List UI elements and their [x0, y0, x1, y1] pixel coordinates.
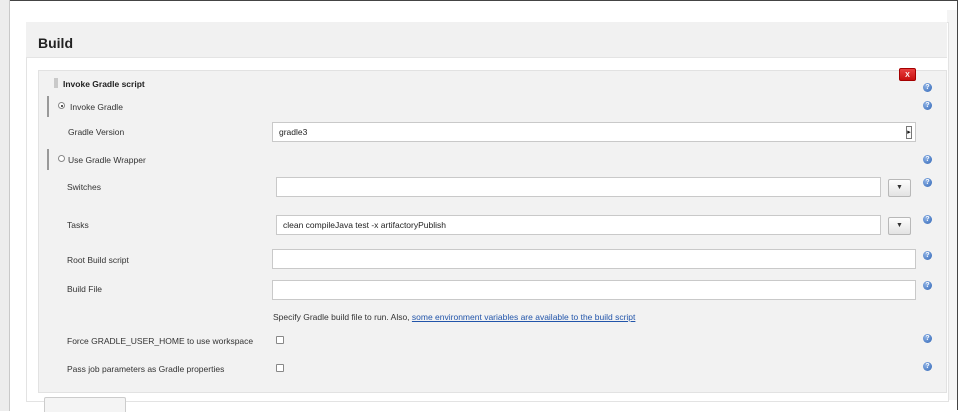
help-icon[interactable]: ? — [923, 101, 932, 110]
root-build-script-label: Root Build script — [67, 255, 129, 265]
help-icon[interactable]: ? — [923, 155, 932, 164]
chevron-right-icon[interactable]: ▸ — [906, 126, 912, 139]
tasks-input[interactable]: clean compileJava test -x artifactoryPub… — [276, 215, 881, 235]
section-indicator — [47, 96, 49, 117]
delete-step-button[interactable]: X — [899, 68, 916, 81]
root-build-script-input[interactable] — [272, 249, 916, 269]
pass-job-params-label: Pass job parameters as Gradle properties — [67, 364, 225, 374]
help-icon[interactable]: ? — [923, 83, 932, 92]
build-file-hint: Specify Gradle build file to run. Also, … — [273, 312, 635, 322]
switches-label: Switches — [67, 182, 102, 192]
invoke-gradle-radio[interactable] — [58, 102, 65, 109]
build-section-title: Build — [38, 35, 73, 51]
help-icon[interactable]: ? — [923, 334, 932, 343]
help-icon[interactable]: ? — [923, 281, 932, 290]
gradle-version-select[interactable]: gradle3 — [272, 122, 916, 142]
help-icon[interactable]: ? — [923, 178, 932, 187]
build-file-input[interactable] — [272, 280, 916, 300]
help-icon[interactable]: ? — [923, 251, 932, 260]
section-indicator — [47, 149, 49, 170]
left-sidebar-strip — [0, 0, 10, 411]
build-step-title: Invoke Gradle script — [63, 79, 145, 89]
help-icon[interactable]: ? — [923, 215, 932, 224]
chevron-down-icon[interactable]: ▼ — [888, 217, 911, 235]
pass-job-params-checkbox[interactable] — [276, 364, 284, 372]
env-variables-link[interactable]: some environment variables are available… — [412, 312, 635, 322]
help-icon[interactable]: ? — [923, 362, 932, 371]
gradle-version-label: Gradle Version — [68, 127, 125, 137]
use-gradle-wrapper-radio[interactable] — [58, 155, 65, 162]
tasks-label: Tasks — [67, 220, 89, 230]
drag-handle-icon[interactable] — [54, 78, 58, 88]
build-file-hint-text: Specify Gradle build file to run. Also, — [273, 312, 412, 322]
switches-input[interactable] — [276, 177, 881, 197]
force-gradle-user-home-label: Force GRADLE_USER_HOME to use workspace — [67, 336, 254, 346]
use-gradle-wrapper-label: Use Gradle Wrapper — [68, 155, 146, 165]
invoke-gradle-label: Invoke Gradle — [70, 102, 123, 112]
build-section-header — [26, 22, 947, 58]
add-build-step-button[interactable] — [44, 397, 126, 412]
force-gradle-user-home-checkbox[interactable] — [276, 336, 284, 344]
chevron-down-icon[interactable]: ▼ — [888, 179, 911, 197]
build-file-label: Build File — [67, 284, 102, 294]
